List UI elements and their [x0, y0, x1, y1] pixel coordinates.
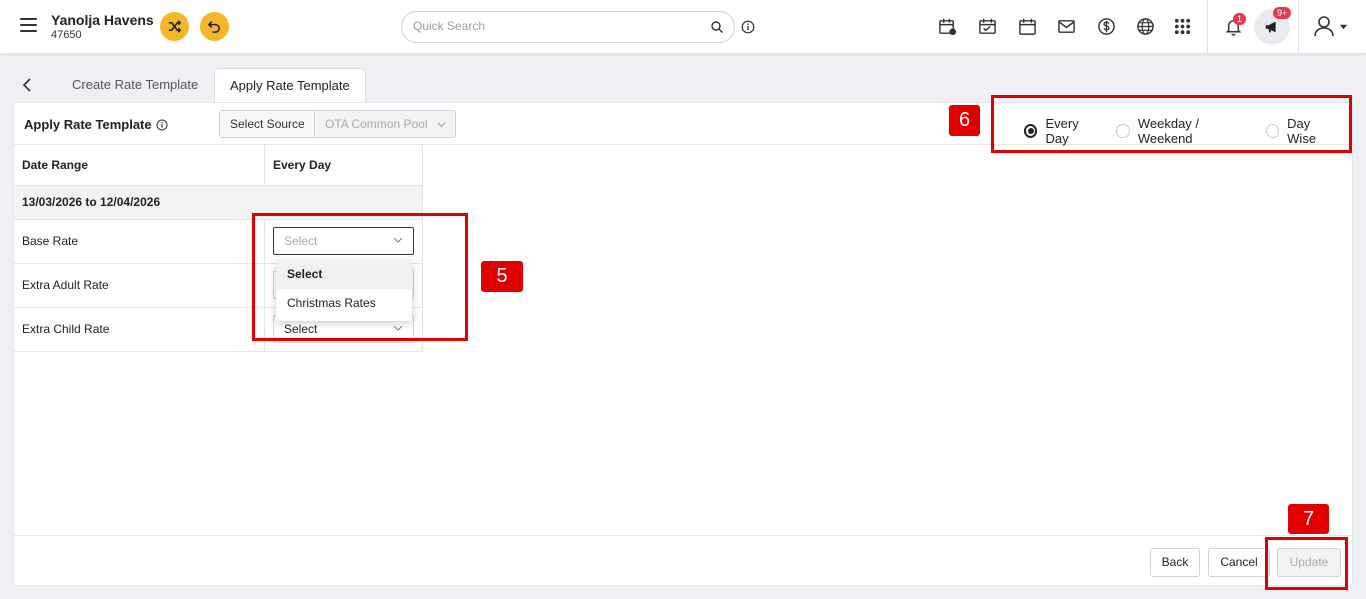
undo-button[interactable]	[200, 12, 229, 41]
info-icon[interactable]	[741, 20, 755, 34]
source-select[interactable]: OTA Common Pool	[314, 110, 456, 138]
undo-icon	[207, 21, 220, 33]
calendar-add-icon[interactable]	[937, 16, 957, 36]
header-divider	[1207, 0, 1208, 54]
hamburger-menu-icon[interactable]	[20, 18, 37, 32]
apply-rate-template-panel: Apply Rate Template Select Source OTA Co…	[13, 102, 1354, 587]
property-info[interactable]: Yanolja Havens 47650	[51, 12, 154, 41]
source-select-value: OTA Common Pool	[325, 117, 428, 131]
header-divider	[1298, 0, 1299, 54]
back-button[interactable]: Back	[1150, 548, 1200, 577]
column-header: Date Range	[14, 145, 265, 186]
annotation-tag-7: 7	[1288, 504, 1329, 534]
user-icon	[1314, 16, 1334, 37]
annotation-box-6	[991, 95, 1352, 153]
annotation-box-5	[252, 213, 468, 341]
annotation-box-7	[1265, 537, 1348, 590]
panel-title: Apply Rate Template	[24, 117, 152, 132]
cancel-button[interactable]: Cancel	[1208, 548, 1270, 577]
row-label: Base Rate	[14, 219, 265, 264]
search-icon[interactable]	[710, 20, 724, 34]
caret-down-icon	[1339, 24, 1348, 29]
quick-search[interactable]	[401, 11, 735, 43]
mail-icon[interactable]	[1056, 16, 1076, 36]
back-arrow-icon[interactable]	[20, 77, 34, 93]
globe-icon[interactable]	[1135, 16, 1155, 36]
tab-apply-rate-template[interactable]: Apply Rate Template	[214, 68, 366, 103]
calendar-icon[interactable]	[1017, 16, 1037, 36]
column-header: Every Day	[264, 145, 423, 186]
property-id: 47650	[51, 29, 82, 41]
top-bar: Yanolja Havens 47650 1 9+	[0, 0, 1366, 54]
table-header-row: Date Range Every Day	[14, 145, 423, 186]
row-label: Extra Child Rate	[14, 307, 265, 352]
switch-property-button[interactable]	[160, 12, 189, 41]
annotation-tag-5: 5	[481, 261, 523, 292]
user-menu[interactable]	[1313, 16, 1351, 37]
announcement-badge: 9+	[1273, 7, 1292, 19]
row-label: Extra Adult Rate	[14, 263, 265, 308]
panel-footer: Back Cancel Update	[14, 535, 1354, 587]
shuffle-icon	[168, 20, 182, 33]
dollar-icon[interactable]	[1096, 16, 1116, 36]
property-name: Yanolja Havens	[51, 12, 154, 28]
calendar-check-icon[interactable]	[977, 16, 997, 36]
apps-grid-icon[interactable]	[1172, 16, 1192, 36]
chevron-down-icon	[437, 122, 446, 128]
select-source-label: Select Source	[219, 110, 315, 138]
info-icon[interactable]	[156, 119, 168, 131]
search-input[interactable]	[413, 19, 693, 33]
megaphone-icon	[1265, 21, 1276, 33]
tab-create-rate-template[interactable]: Create Rate Template	[57, 68, 213, 102]
annotation-tag-6: 6	[949, 105, 980, 136]
notification-badge: 1	[1233, 13, 1247, 25]
